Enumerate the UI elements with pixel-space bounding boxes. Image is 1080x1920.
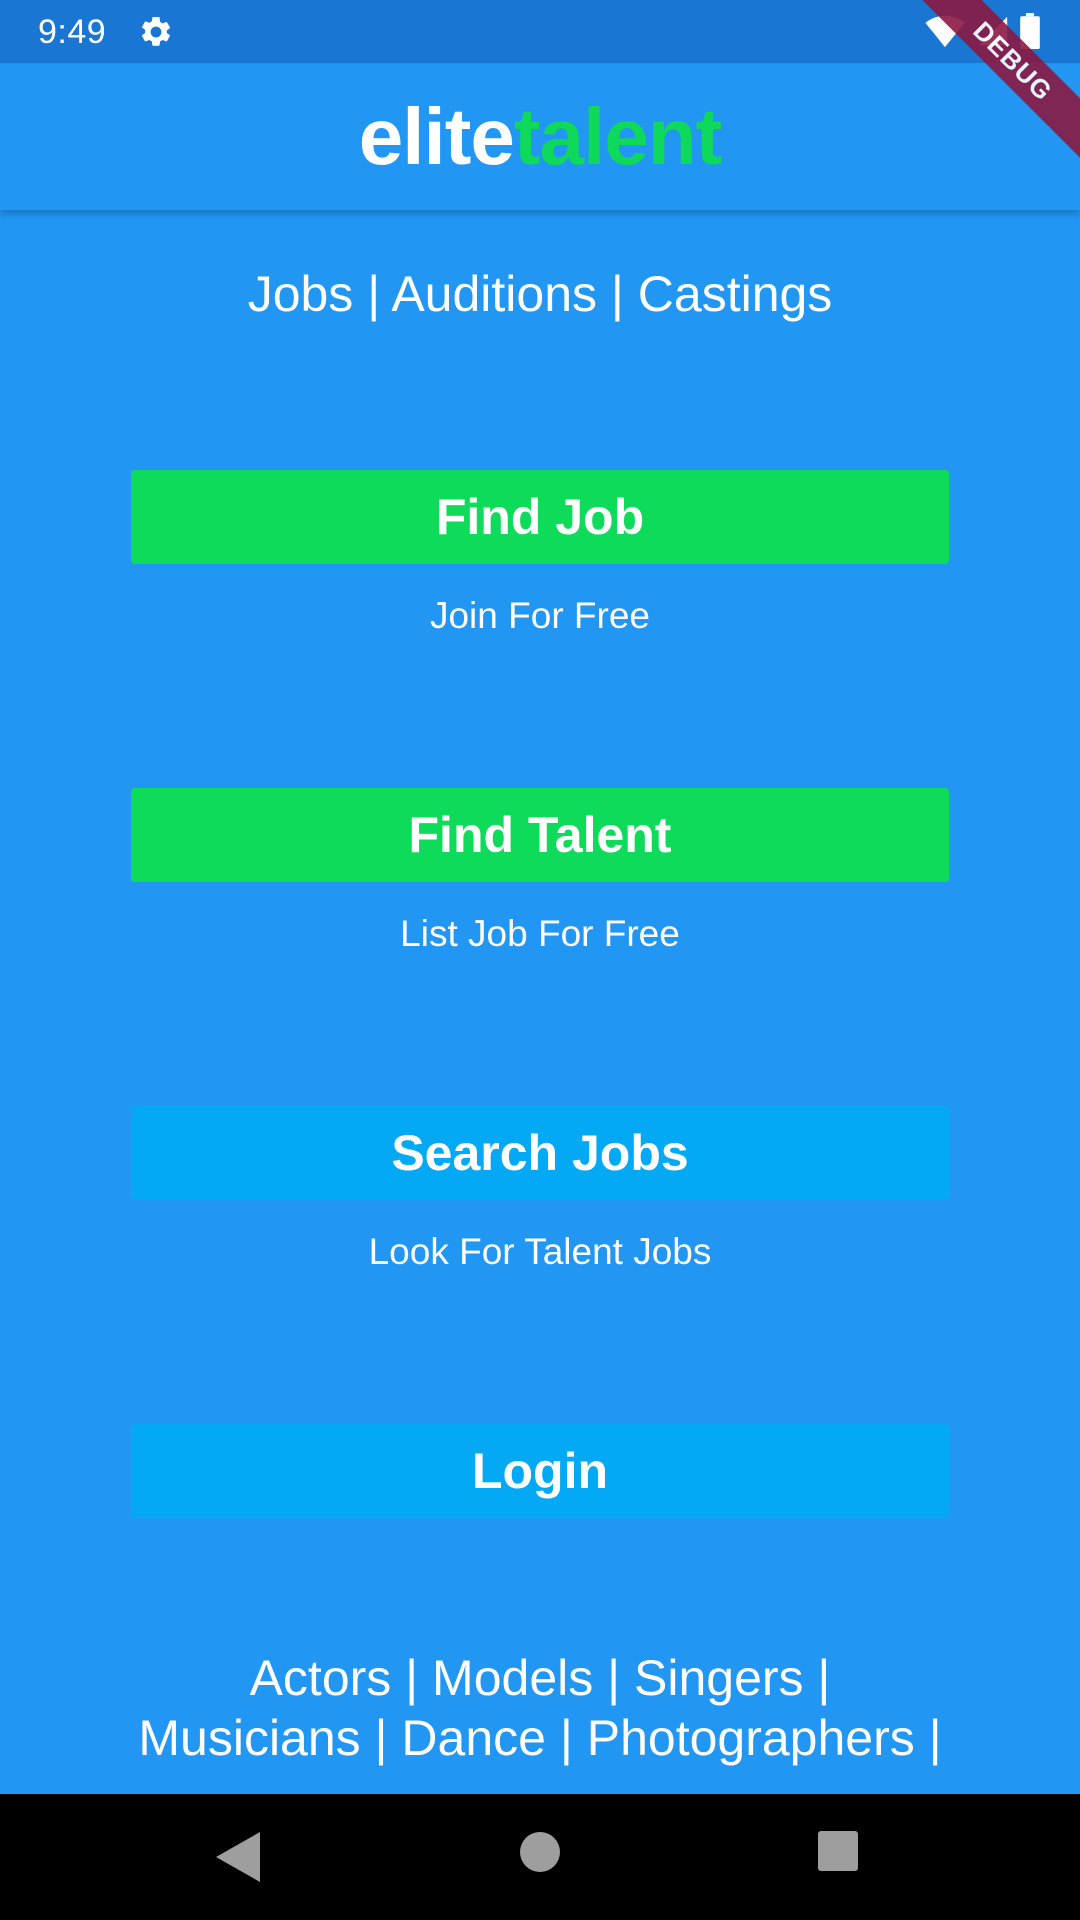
status-bar: 9:49 bbox=[0, 0, 1080, 63]
brand-logo: elitetalent bbox=[0, 91, 1080, 183]
find-job-caption: Join For Free bbox=[429, 595, 650, 636]
app-bar: elitetalent bbox=[0, 63, 1080, 210]
find-job-button[interactable]: Find Job bbox=[131, 470, 949, 564]
brand-elite: elite bbox=[358, 92, 515, 181]
login-button[interactable]: Login bbox=[131, 1424, 949, 1518]
back-icon[interactable] bbox=[216, 1832, 260, 1882]
home-icon[interactable] bbox=[520, 1832, 560, 1872]
recents-icon[interactable] bbox=[818, 1831, 858, 1871]
find-talent-caption: List Job For Free bbox=[400, 913, 680, 954]
search-jobs-button[interactable]: Search Jobs bbox=[131, 1106, 949, 1200]
categories-text: Actors | Models | Singers | Musicians | … bbox=[0, 1648, 1080, 1768]
status-time: 9:49 bbox=[38, 13, 107, 51]
tagline: Jobs | Auditions | Castings bbox=[247, 266, 833, 322]
brand-talent: talent bbox=[513, 92, 722, 181]
gear-icon bbox=[141, 16, 171, 46]
categories-line-2: Musicians | Dance | Photographers | bbox=[138, 1710, 942, 1766]
screen: 9:49 DEBUG elitetalent Jobs | Auditions … bbox=[0, 0, 1080, 1920]
find-talent-button[interactable]: Find Talent bbox=[131, 788, 949, 882]
categories-line-1: Actors | Models | Singers | bbox=[249, 1650, 831, 1706]
system-nav-bar bbox=[0, 1794, 1080, 1920]
search-jobs-caption: Look For Talent Jobs bbox=[368, 1231, 712, 1272]
